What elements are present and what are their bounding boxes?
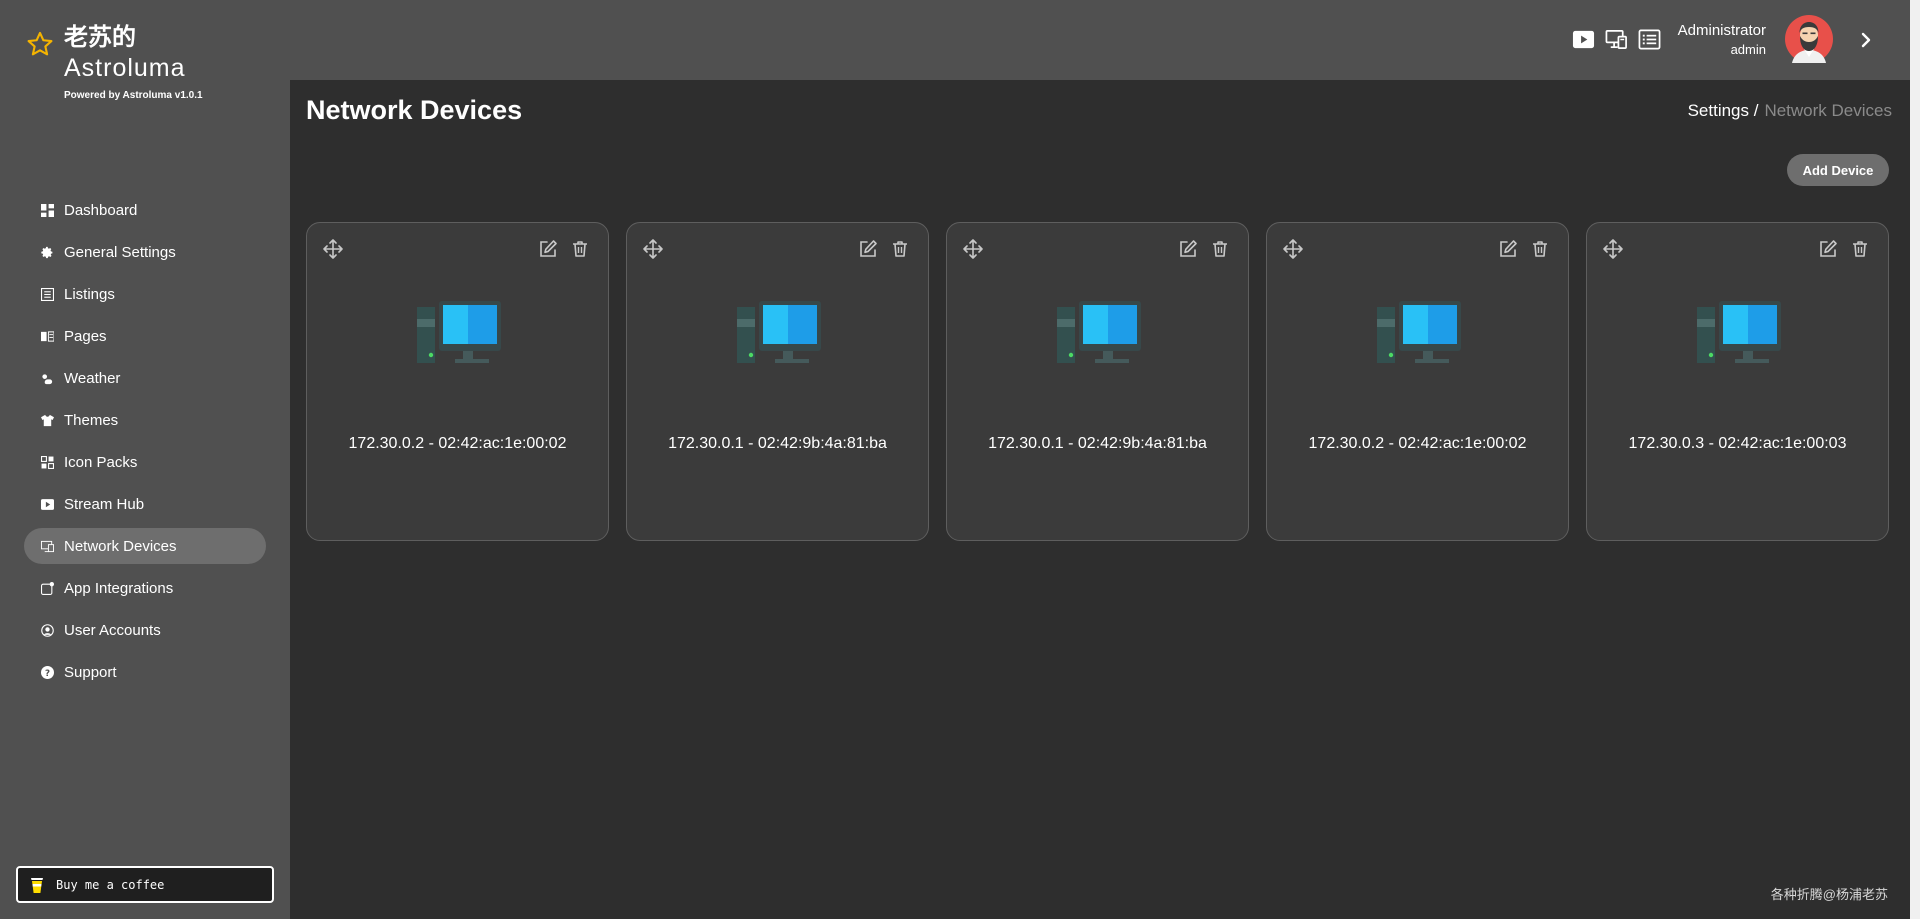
scrollbar-track[interactable]	[1910, 0, 1920, 919]
sidebar-item-label: User Accounts	[64, 621, 161, 639]
app-integration-icon	[40, 581, 54, 595]
sidebar-item-label: Network Devices	[64, 537, 177, 555]
listings-list-icon[interactable]	[1638, 28, 1661, 51]
svg-text:?: ?	[44, 668, 49, 678]
trash-icon[interactable]	[1530, 239, 1550, 259]
sidebar-item-network-devices[interactable]: Network Devices	[24, 528, 266, 564]
edit-icon[interactable]	[858, 239, 878, 259]
add-device-button[interactable]: Add Device	[1787, 154, 1889, 186]
icon-pack-icon	[40, 455, 54, 469]
desktop-computer-icon	[737, 301, 821, 363]
listings-icon	[40, 287, 54, 301]
sidebar-item-user-accounts[interactable]: User Accounts	[24, 612, 266, 648]
support-icon: ?	[40, 665, 54, 679]
sidebar-item-pages[interactable]: Pages	[24, 318, 266, 354]
device-label: 172.30.0.1 - 02:42:9b:4a:81:ba	[988, 435, 1207, 452]
desktop-computer-icon	[417, 301, 501, 363]
device-label: 172.30.0.3 - 02:42:ac:1e:00:03	[1628, 435, 1847, 452]
chevron-right-icon[interactable]	[1858, 30, 1874, 50]
device-card[interactable]: 172.30.0.3 - 02:42:ac:1e:00:03	[1586, 222, 1889, 541]
edit-icon[interactable]	[538, 239, 558, 259]
avatar[interactable]	[1785, 15, 1833, 63]
user-name: Administrator	[1677, 22, 1766, 39]
app-root: 老苏的 Astroluma Powered by Astroluma v1.0.…	[0, 0, 1920, 919]
move-icon[interactable]	[323, 239, 343, 259]
sidebar-item-label: Icon Packs	[64, 453, 138, 471]
trash-icon[interactable]	[1210, 239, 1230, 259]
sidebar-item-label: Pages	[64, 327, 107, 345]
dashboard-icon	[40, 203, 54, 217]
gear-icon	[40, 245, 54, 259]
breadcrumb: Settings / Network Devices	[1688, 101, 1892, 121]
trash-icon[interactable]	[1850, 239, 1870, 259]
device-label: 172.30.0.1 - 02:42:9b:4a:81:ba	[668, 435, 887, 452]
network-devices-icon[interactable]	[1605, 28, 1628, 51]
device-label: 172.30.0.2 - 02:42:ac:1e:00:02	[1308, 435, 1527, 452]
sidebar-item-general-settings[interactable]: General Settings	[24, 234, 266, 270]
edit-icon[interactable]	[1178, 239, 1198, 259]
sidebar-item-app-integrations[interactable]: App Integrations	[24, 570, 266, 606]
sidebar: 老苏的 Astroluma Powered by Astroluma v1.0.…	[0, 0, 290, 919]
sidebar-item-label: Listings	[64, 285, 115, 303]
sidebar-item-weather[interactable]: Weather	[24, 360, 266, 396]
brand-powered-by: Powered by Astroluma v1.0.1	[64, 90, 203, 101]
trash-icon[interactable]	[890, 239, 910, 259]
sidebar-item-stream-hub[interactable]: Stream Hub	[24, 486, 266, 522]
weather-icon	[40, 371, 54, 385]
brand-title-line2: Astroluma	[64, 54, 186, 82]
sidebar-item-label: General Settings	[64, 243, 176, 261]
sidebar-item-themes[interactable]: Themes	[24, 402, 266, 438]
page-title: Network Devices	[306, 95, 523, 125]
move-icon[interactable]	[963, 239, 983, 259]
desktop-computer-icon	[1057, 301, 1141, 363]
move-icon[interactable]	[1603, 239, 1623, 259]
device-label: 172.30.0.2 - 02:42:ac:1e:00:02	[348, 435, 567, 452]
main-content: Network Devices Settings / Network Device…	[290, 80, 1910, 919]
desktop-computer-icon	[1377, 301, 1461, 363]
sidebar-item-label: Stream Hub	[64, 495, 145, 513]
brand-text: 老苏的 Astroluma Powered by Astroluma v1.0.…	[64, 26, 203, 101]
top-icon-group	[1572, 28, 1661, 51]
buy-me-a-coffee-button[interactable]: Buy me a coffee	[16, 866, 274, 903]
brand-title-line1: 老苏的	[64, 24, 136, 51]
device-card[interactable]: 172.30.0.2 - 02:42:ac:1e:00:02	[1266, 222, 1569, 541]
breadcrumb-current: Network Devices	[1764, 101, 1892, 120]
sidebar-item-support[interactable]: ? Support	[24, 654, 266, 690]
sidebar-nav: Dashboard General Settings Listings Page…	[24, 192, 266, 696]
edit-icon[interactable]	[1818, 239, 1838, 259]
edit-icon[interactable]	[1498, 239, 1518, 259]
stream-hub-icon[interactable]	[1572, 28, 1595, 51]
coffee-label: Buy me a coffee	[56, 877, 165, 892]
user-role: admin	[1730, 42, 1766, 57]
book-icon	[40, 329, 54, 343]
trash-icon[interactable]	[570, 239, 590, 259]
device-card[interactable]: 172.30.0.1 - 02:42:9b:4a:81:ba	[626, 222, 929, 541]
device-card[interactable]: 172.30.0.1 - 02:42:9b:4a:81:ba	[946, 222, 1249, 541]
user-info[interactable]: Administrator admin	[1678, 22, 1766, 57]
topbar: Administrator admin	[290, 0, 1910, 80]
sidebar-item-listings[interactable]: Listings	[24, 276, 266, 312]
move-icon[interactable]	[1283, 239, 1303, 259]
sidebar-item-label: Support	[64, 663, 117, 681]
sidebar-item-label: App Integrations	[64, 579, 174, 597]
star-icon	[27, 31, 53, 56]
desktop-computer-icon	[1697, 301, 1781, 363]
sidebar-item-label: Themes	[64, 411, 119, 429]
brand[interactable]: 老苏的 Astroluma Powered by Astroluma v1.0.…	[26, 26, 203, 101]
user-accounts-icon	[40, 623, 54, 637]
sidebar-item-label: Dashboard	[64, 201, 138, 219]
network-device-icon	[40, 539, 54, 553]
sidebar-item-dashboard[interactable]: Dashboard	[24, 192, 266, 228]
sidebar-item-icon-packs[interactable]: Icon Packs	[24, 444, 266, 480]
breadcrumb-settings[interactable]: Settings /	[1688, 101, 1759, 120]
play-icon	[40, 497, 54, 511]
shirt-icon	[40, 413, 54, 427]
move-icon[interactable]	[643, 239, 663, 259]
footer-credit: 各种折腾@杨浦老苏	[1770, 887, 1888, 902]
device-card[interactable]: 172.30.0.2 - 02:42:ac:1e:00:02	[306, 222, 609, 541]
sidebar-item-label: Weather	[64, 369, 121, 387]
coffee-cup-icon	[31, 877, 43, 893]
